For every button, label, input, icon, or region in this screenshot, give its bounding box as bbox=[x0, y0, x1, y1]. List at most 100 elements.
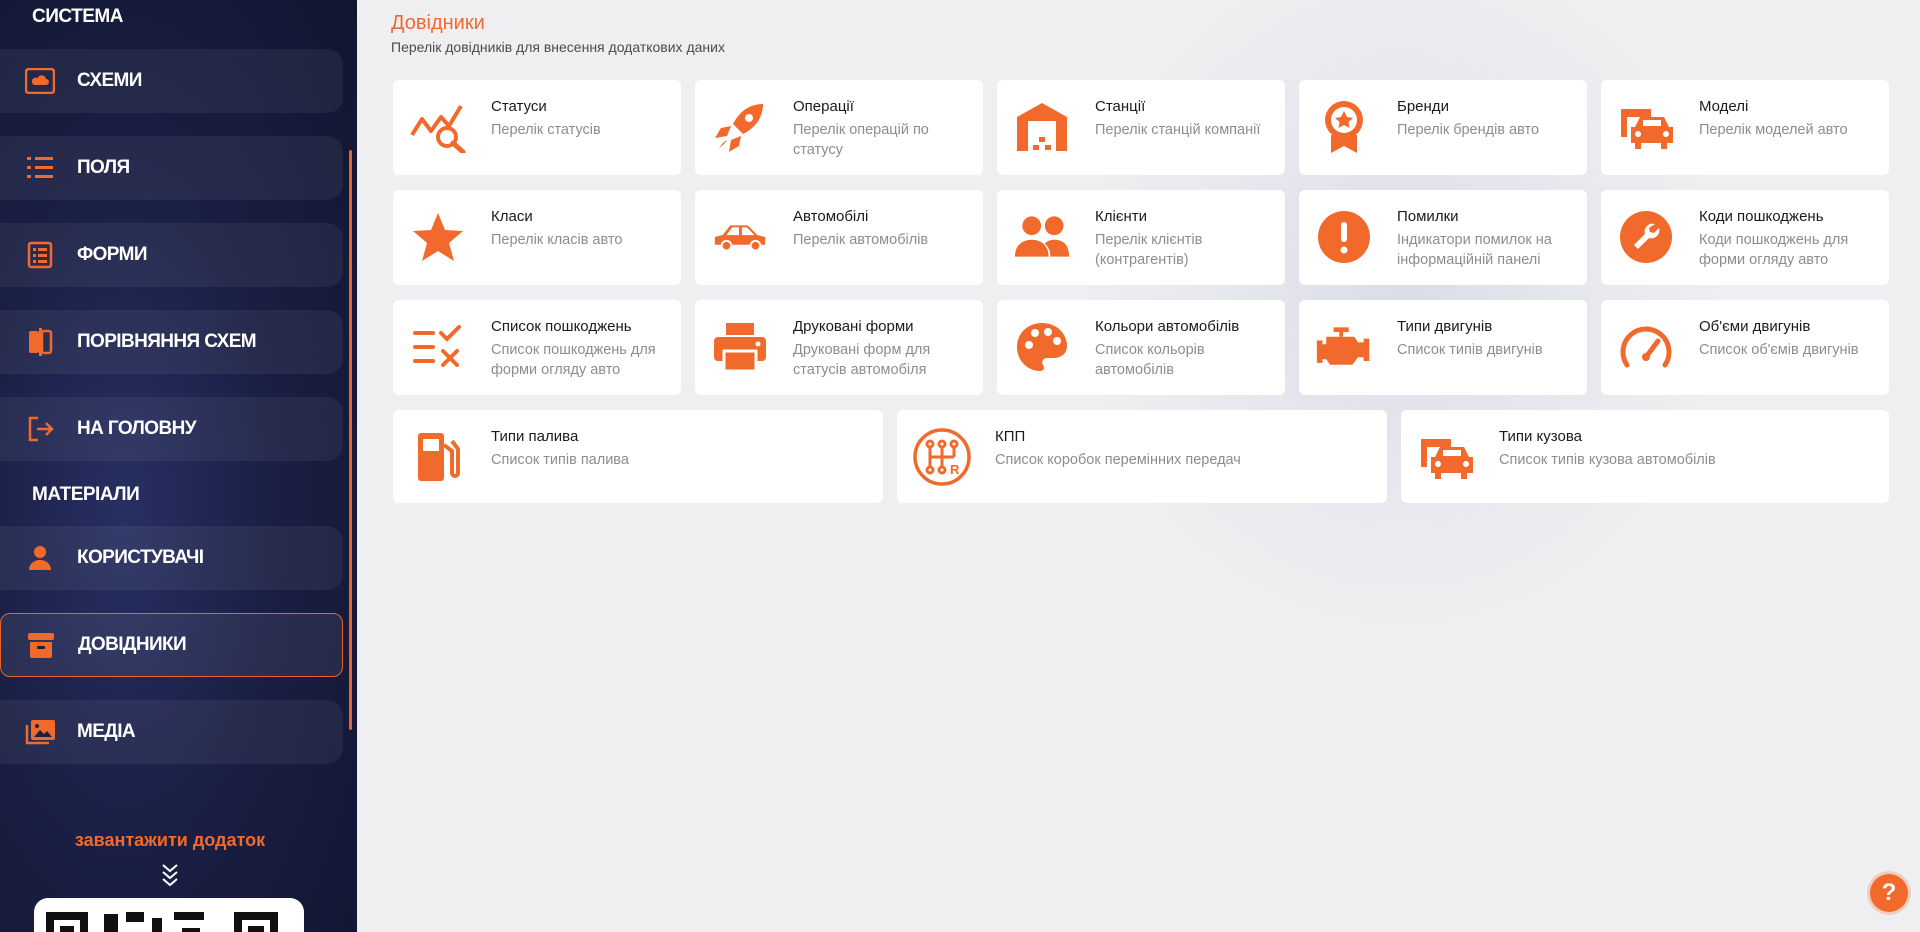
people-icon bbox=[1013, 208, 1071, 266]
qr-code bbox=[34, 898, 304, 932]
sidebar: СИСТЕМА СХЕМИ ПОЛЯ ФОРМИ ПОРІВНЯННЯ СХЕМ… bbox=[0, 0, 357, 932]
card-title: Кольори автомобілів bbox=[1095, 318, 1240, 335]
card-car-colors[interactable]: Кольори автомобілів Список кольорів авто… bbox=[997, 300, 1285, 395]
sidebar-item-directories[interactable]: ДОВІДНИКИ bbox=[0, 613, 343, 677]
download-app-link[interactable]: завантажити додаток bbox=[0, 830, 340, 851]
sidebar-item-label: СХЕМИ bbox=[77, 70, 142, 91]
card-description: Перелік операцій по статусу bbox=[793, 122, 929, 158]
archive-icon bbox=[24, 628, 58, 662]
card-classes[interactable]: Класи Перелік класів авто bbox=[393, 190, 681, 285]
card-models[interactable]: Моделі Перелік моделей авто bbox=[1601, 80, 1889, 175]
sidebar-item-fields[interactable]: ПОЛЯ bbox=[0, 136, 343, 200]
card-description: Друковані форм для статусів автомобіля bbox=[793, 342, 931, 378]
card-description: Індикатори помилок на інформаційній пане… bbox=[1397, 232, 1552, 268]
sidebar-scrollbar[interactable] bbox=[349, 150, 352, 730]
card-statuses[interactable]: Статуси Перелік статусів bbox=[393, 80, 681, 175]
card-print-forms[interactable]: Друковані форми Друковані форм для стату… bbox=[695, 300, 983, 395]
sidebar-item-label: ПОЛЯ bbox=[77, 157, 130, 178]
card-title: Клієнти bbox=[1095, 208, 1148, 225]
card-damage-codes[interactable]: Коди пошкоджень Коди пошкоджень для форм… bbox=[1601, 190, 1889, 285]
checklist-icon bbox=[409, 318, 467, 376]
card-title: Список пошкоджень bbox=[491, 318, 632, 335]
card-brands[interactable]: Бренди Перелік брендів авто bbox=[1299, 80, 1587, 175]
compare-icon bbox=[23, 325, 57, 359]
card-description: Список пошкоджень для форми огляду авто bbox=[491, 342, 656, 378]
chart-search-icon bbox=[409, 98, 467, 156]
card-clients[interactable]: Клієнти Перелік клієнтів (контрагентів) bbox=[997, 190, 1285, 285]
card-description: Список типів двигунів bbox=[1397, 342, 1543, 358]
card-damage-list[interactable]: Список пошкоджень Список пошкоджень для … bbox=[393, 300, 681, 395]
card-title: Операції bbox=[793, 98, 854, 115]
card-title: Типи двигунів bbox=[1397, 318, 1493, 335]
engine-icon bbox=[1315, 318, 1373, 376]
card-gearbox[interactable]: R КПП Список коробок перемінних передач bbox=[897, 410, 1387, 503]
sidebar-section-system: СИСТЕМА bbox=[32, 6, 123, 27]
card-description: Список коробок перемінних передач bbox=[995, 452, 1241, 468]
sidebar-item-label: ПОРІВНЯННЯ СХЕМ bbox=[77, 331, 257, 352]
svg-text:R: R bbox=[950, 462, 960, 477]
sidebar-item-label: МЕДІА bbox=[77, 721, 136, 742]
sidebar-item-label: ФОРМИ bbox=[77, 244, 148, 265]
cloud-folder-icon bbox=[23, 64, 57, 98]
card-description: Перелік клієнтів (контрагентів) bbox=[1095, 232, 1203, 268]
card-engine-types[interactable]: Типи двигунів Список типів двигунів bbox=[1299, 300, 1587, 395]
card-title: КПП bbox=[995, 428, 1026, 445]
card-cars[interactable]: Автомобілі Перелік автомобілів bbox=[695, 190, 983, 285]
page-subtitle: Перелік довідників для внесення додатков… bbox=[391, 39, 725, 55]
gearbox-icon: R bbox=[913, 428, 971, 486]
sidebar-section-materials: МАТЕРІАЛИ bbox=[32, 484, 140, 505]
rocket-icon bbox=[711, 98, 769, 156]
card-description: Перелік статусів bbox=[491, 122, 601, 138]
card-description: Перелік станцій компанії bbox=[1095, 122, 1261, 138]
exclamation-icon bbox=[1315, 208, 1373, 266]
sidebar-item-compare-schemes[interactable]: ПОРІВНЯННЯ СХЕМ bbox=[0, 310, 343, 374]
card-title: Станції bbox=[1095, 98, 1146, 115]
sidebar-item-media[interactable]: МЕДІА bbox=[0, 700, 343, 764]
card-title: Статуси bbox=[491, 98, 547, 115]
double-chevron-down-icon bbox=[158, 862, 182, 888]
card-title: Моделі bbox=[1699, 98, 1749, 115]
fuel-icon bbox=[409, 428, 467, 486]
main-content: Довідники Перелік довідників для внесенн… bbox=[357, 0, 1920, 932]
car-body-icon bbox=[1417, 428, 1475, 486]
card-title: Бренди bbox=[1397, 98, 1449, 115]
card-body-types[interactable]: Типи кузова Список типів кузова автомобі… bbox=[1401, 410, 1889, 503]
card-description: Перелік автомобілів bbox=[793, 232, 929, 248]
sidebar-item-schemes[interactable]: СХЕМИ bbox=[0, 49, 343, 113]
card-title: Коди пошкоджень bbox=[1699, 208, 1824, 225]
card-description: Коди пошкоджень для форми огляду авто bbox=[1699, 232, 1849, 268]
card-fuel-types[interactable]: Типи палива Список типів палива bbox=[393, 410, 883, 503]
card-title: Помилки bbox=[1397, 208, 1459, 225]
sidebar-item-forms[interactable]: ФОРМИ bbox=[0, 223, 343, 287]
card-operations[interactable]: Операції Перелік операцій по статусу bbox=[695, 80, 983, 175]
card-title: Автомобілі bbox=[793, 208, 869, 225]
card-title: Об'єми двигунів bbox=[1699, 318, 1811, 335]
page-title: Довідники bbox=[391, 12, 485, 34]
star-icon bbox=[409, 208, 467, 266]
sidebar-item-users[interactable]: КОРИСТУВАЧІ bbox=[0, 526, 343, 590]
wrench-icon bbox=[1617, 208, 1675, 266]
card-stations[interactable]: Станції Перелік станцій компанії bbox=[997, 80, 1285, 175]
car-icon bbox=[711, 208, 769, 266]
form-icon bbox=[23, 238, 57, 272]
garage-icon bbox=[1013, 98, 1071, 156]
card-description: Список типів палива bbox=[491, 452, 629, 468]
user-icon bbox=[23, 541, 57, 575]
help-button[interactable]: ? bbox=[1870, 874, 1908, 912]
card-errors[interactable]: Помилки Індикатори помилок на інформацій… bbox=[1299, 190, 1587, 285]
card-description: Перелік класів авто bbox=[491, 232, 623, 248]
sidebar-item-label: КОРИСТУВАЧІ bbox=[77, 547, 204, 568]
gauge-icon bbox=[1617, 318, 1675, 376]
sidebar-item-home[interactable]: НА ГОЛОВНУ bbox=[0, 397, 343, 461]
printer-icon bbox=[711, 318, 769, 376]
award-icon bbox=[1315, 98, 1373, 156]
images-icon bbox=[23, 715, 57, 749]
sidebar-item-label: ДОВІДНИКИ bbox=[78, 634, 187, 655]
card-title: Типи палива bbox=[491, 428, 579, 445]
card-description: Список типів кузова автомобілів bbox=[1499, 452, 1716, 468]
card-description: Перелік моделей авто bbox=[1699, 122, 1848, 138]
card-title: Класи bbox=[491, 208, 533, 225]
card-description: Список об'ємів двигунів bbox=[1699, 342, 1859, 358]
card-engine-volumes[interactable]: Об'єми двигунів Список об'ємів двигунів bbox=[1601, 300, 1889, 395]
card-description: Список кольорів автомобілів bbox=[1095, 342, 1205, 378]
